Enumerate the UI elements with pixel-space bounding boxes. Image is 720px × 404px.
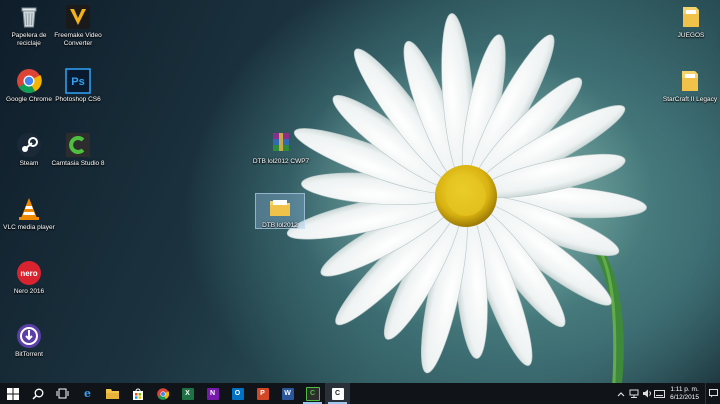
- camtasia-recorder-icon: C: [331, 387, 344, 400]
- recycle-bin-icon: [16, 4, 42, 30]
- vlc-desktop-icon[interactable]: VLC media player: [0, 196, 58, 232]
- task-view-icon: [56, 388, 69, 399]
- show-hidden-icons-button[interactable]: [614, 383, 627, 404]
- system-tray: 1:11 p. m. 6/12/2015: [614, 383, 720, 404]
- desktop-icon-label: Photoshop CS6: [55, 96, 101, 103]
- desktop-icon-label: StarCraft II Legacy: [662, 96, 718, 103]
- clock-date: 6/12/2015: [670, 393, 699, 401]
- taskbar-edge[interactable]: e: [75, 383, 100, 404]
- nero-icon: nero: [16, 260, 42, 286]
- freemake-desktop-icon[interactable]: Freemake Video Converter: [48, 4, 108, 48]
- clock-time: 1:11 p. m.: [670, 385, 699, 393]
- folder-desktop-icon-selected[interactable]: DTB lol2012: [255, 193, 305, 229]
- clock[interactable]: 1:11 p. m. 6/12/2015: [666, 386, 705, 402]
- windows-logo-icon: [6, 387, 19, 400]
- desktop-icon-label: DTB lol2012: [262, 222, 298, 229]
- taskbar: e X N O P W C C 1:11 p. m. 6/12/2015: [0, 383, 720, 404]
- winrar-icon: [268, 130, 294, 156]
- winrar-archive-desktop-icon[interactable]: DTB lol2012 CWP7: [252, 130, 310, 166]
- chevron-up-icon: [617, 391, 625, 396]
- word-icon: W: [281, 387, 294, 400]
- edge-icon: e: [84, 387, 91, 400]
- excel-icon: X: [181, 387, 194, 400]
- taskbar-powerpoint[interactable]: P: [250, 383, 275, 404]
- steam-icon: [16, 132, 42, 158]
- chrome-icon: [16, 68, 42, 94]
- chrome-icon: [156, 387, 169, 400]
- start-button[interactable]: [0, 383, 25, 404]
- svg-text:nero: nero: [20, 269, 37, 278]
- starcraft-folder-desktop-icon[interactable]: StarCraft II Legacy: [660, 68, 720, 104]
- volume-button[interactable]: [640, 383, 653, 404]
- camtasia-desktop-icon[interactable]: Camtasia Studio 8: [48, 132, 108, 168]
- powerpoint-icon: P: [256, 387, 269, 400]
- taskbar-outlook[interactable]: O: [225, 383, 250, 404]
- daisy-wallpaper-art: [286, 13, 647, 384]
- action-center-button[interactable]: [705, 383, 720, 404]
- folder-icon: [678, 4, 704, 30]
- search-icon: [31, 388, 43, 400]
- desktop-icon-label: Camtasia Studio 8: [51, 160, 105, 167]
- outlook-icon: O: [231, 387, 244, 400]
- desktop-icon-label: JUEGOS: [677, 32, 705, 39]
- svg-text:Ps: Ps: [71, 76, 84, 88]
- freemake-icon: [65, 4, 91, 30]
- camtasia-icon: C: [305, 386, 320, 401]
- bittorrent-icon: [16, 323, 42, 349]
- taskbar-file-explorer[interactable]: [100, 383, 125, 404]
- desktop-icon-label: Nero 2016: [13, 288, 45, 295]
- onenote-icon: N: [206, 387, 219, 400]
- desktop-wallpaper: [0, 0, 720, 384]
- search-button[interactable]: [25, 383, 50, 404]
- taskbar-camtasia[interactable]: C: [300, 383, 325, 404]
- desktop-icon-label: Freemake Video Converter: [54, 32, 102, 47]
- taskbar-onenote[interactable]: N: [200, 383, 225, 404]
- network-icon: [629, 389, 639, 398]
- desktop-icon-label: DTB lol2012 CWP7: [252, 158, 310, 165]
- desktop-icon-label: BitTorrent: [15, 351, 43, 358]
- file-explorer-icon: [106, 389, 119, 399]
- taskbar-camtasia-recorder[interactable]: C: [325, 383, 350, 404]
- folder-icon: [267, 194, 293, 220]
- desktop-icon-label: VLC media player: [3, 224, 55, 231]
- task-view-button[interactable]: [50, 383, 75, 404]
- bittorrent-desktop-icon[interactable]: BitTorrent: [0, 323, 58, 359]
- juegos-folder-desktop-icon[interactable]: JUEGOS: [662, 4, 720, 40]
- taskbar-chrome[interactable]: [150, 383, 175, 404]
- nero-desktop-icon[interactable]: nero Nero 2016: [0, 260, 58, 296]
- taskbar-store[interactable]: [125, 383, 150, 404]
- keyboard-button[interactable]: [653, 383, 666, 404]
- camtasia-icon: [65, 132, 91, 158]
- photoshop-icon: Ps: [65, 68, 91, 94]
- speaker-icon: [642, 389, 651, 398]
- taskbar-excel[interactable]: X: [175, 383, 200, 404]
- keyboard-icon: [654, 389, 666, 398]
- notification-icon: [708, 389, 718, 398]
- taskbar-word[interactable]: W: [275, 383, 300, 404]
- network-button[interactable]: [627, 383, 640, 404]
- folder-icon: [677, 68, 703, 94]
- vlc-cone-icon: [16, 196, 42, 222]
- store-icon: [132, 388, 143, 400]
- photoshop-desktop-icon[interactable]: Ps Photoshop CS6: [48, 68, 108, 104]
